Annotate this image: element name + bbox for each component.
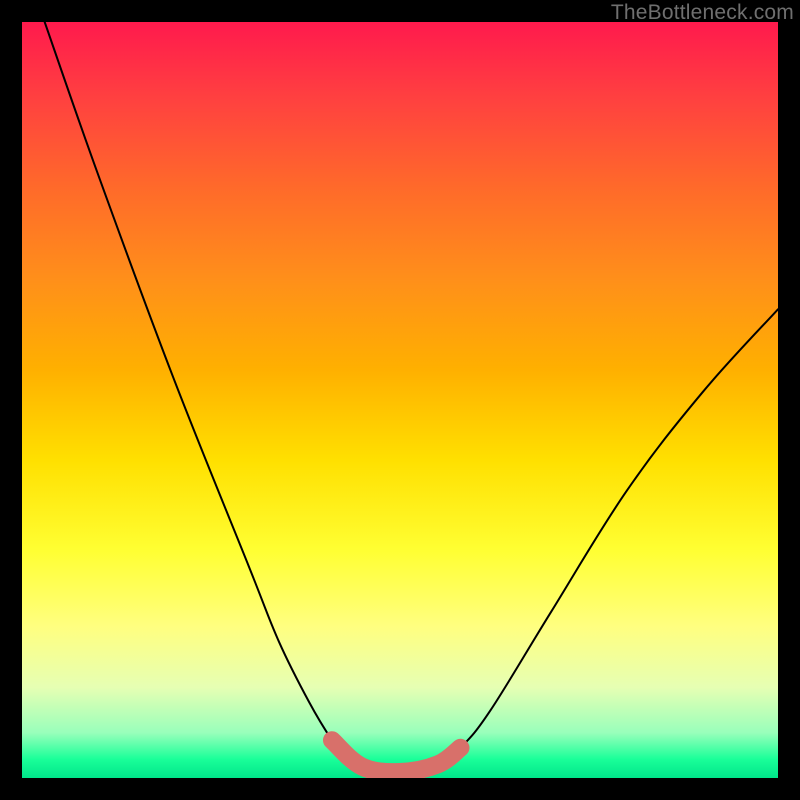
chart-frame: TheBottleneck.com [0,0,800,800]
curve-path [45,22,778,772]
curve-svg [22,22,778,778]
highlight-path [332,740,461,772]
plot-area [22,22,778,778]
